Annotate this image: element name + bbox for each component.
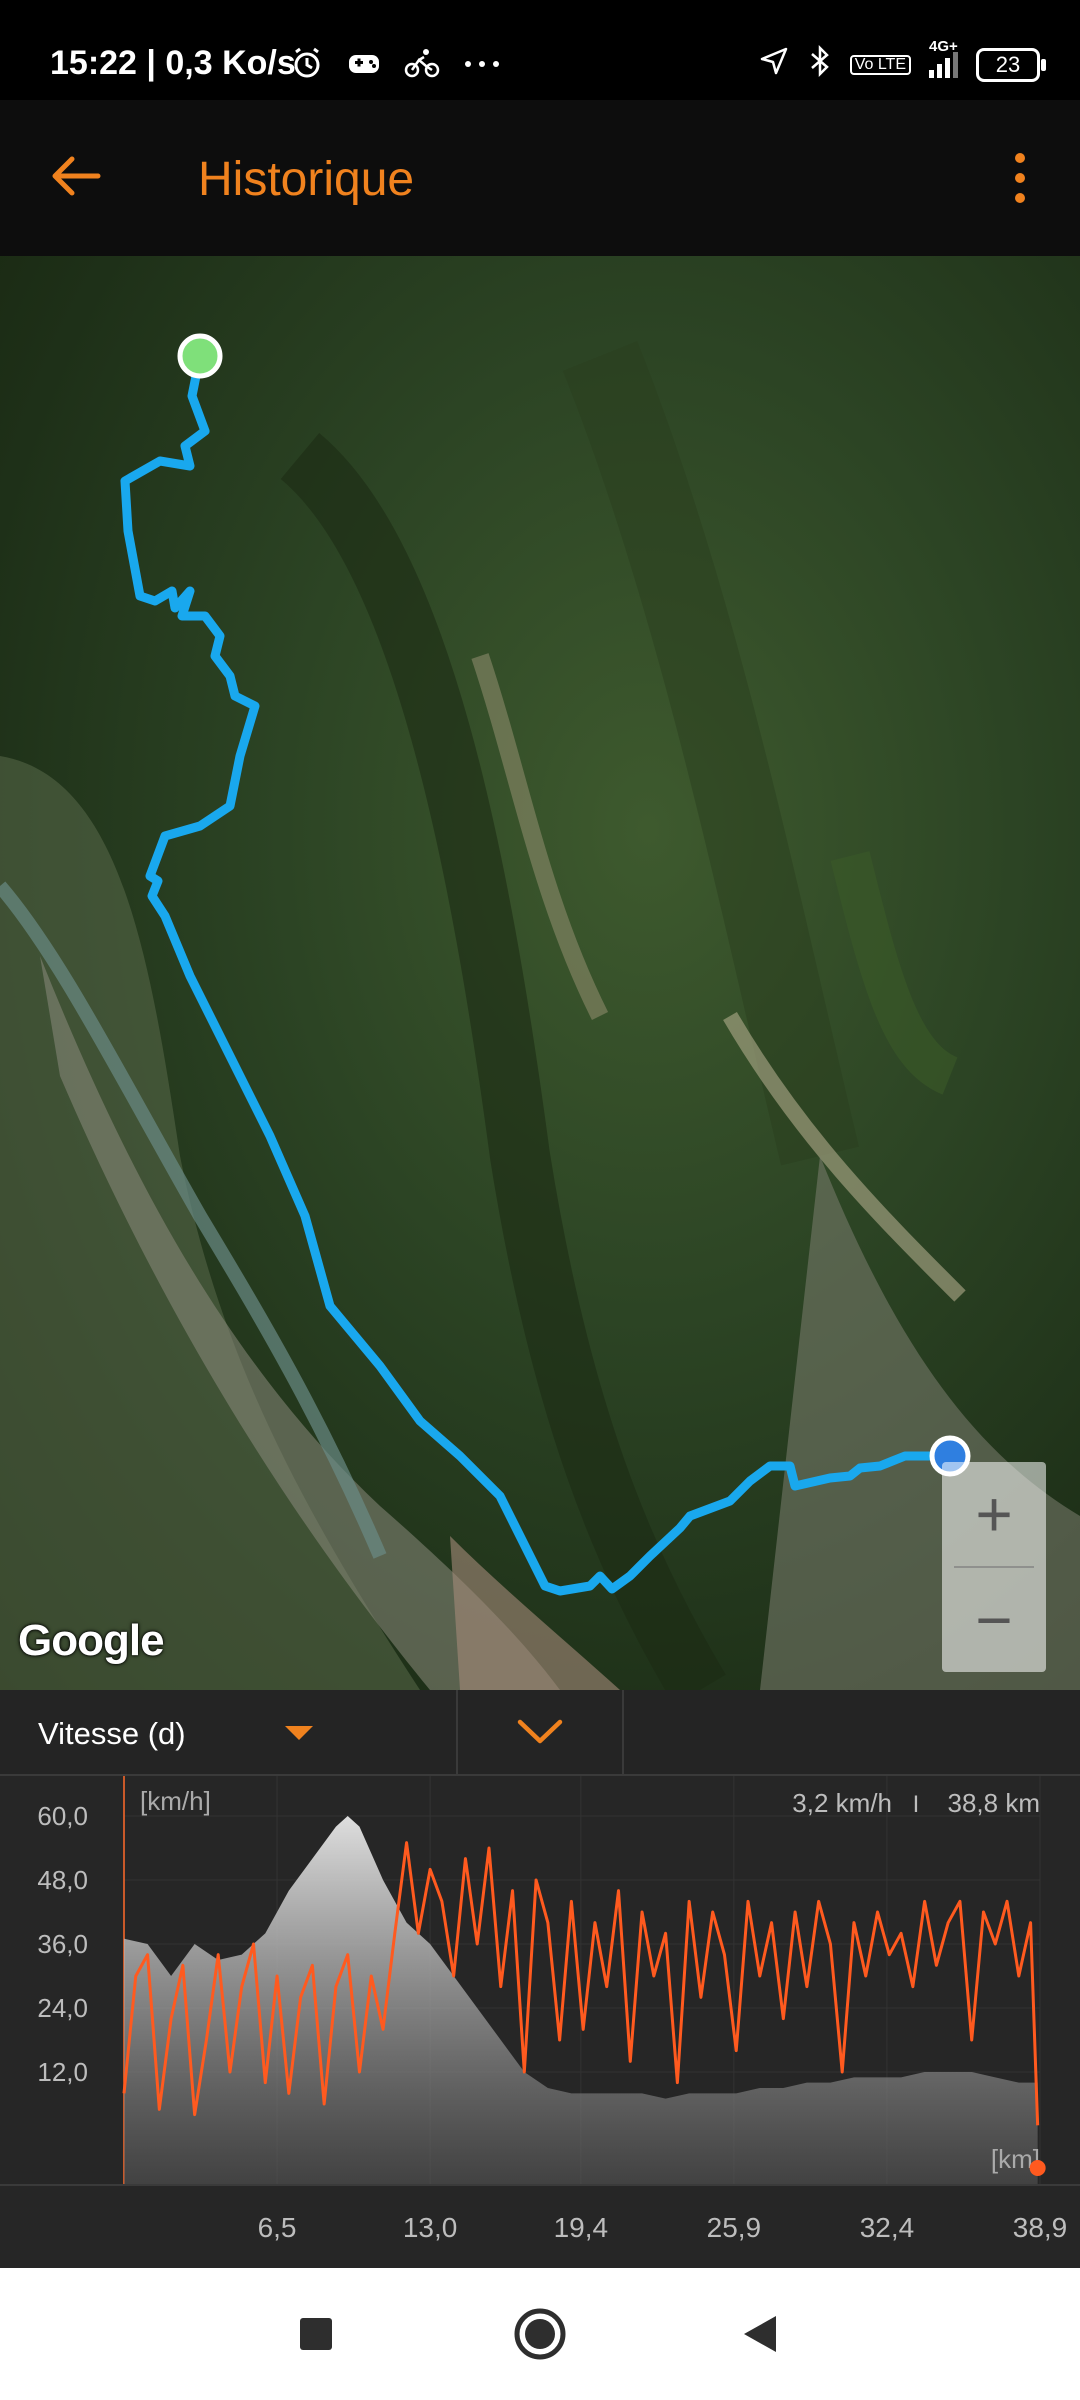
signal-icon: 4G+ bbox=[929, 38, 958, 78]
x-axis: 6,5 13,0 19,4 25,9 32,4 38,9 bbox=[0, 2184, 1080, 2270]
chart-svg: [km/h] 3,2 km/h I 38,8 km 60,0 48,0 36,0 24… bbox=[37, 1776, 1046, 2184]
status-icons-right: Vo LTE 4G+ 23 bbox=[758, 38, 1046, 85]
y-tick-label: 60,0 bbox=[37, 1801, 88, 1831]
overflow-menu-button[interactable] bbox=[1000, 144, 1040, 212]
gamepad-icon bbox=[346, 46, 382, 88]
location-arrow-icon bbox=[758, 45, 790, 84]
bluetooth-icon bbox=[808, 44, 832, 85]
alarm-icon bbox=[290, 46, 324, 88]
map-view[interactable]: Google + − bbox=[0, 256, 1080, 1690]
status-icons-left bbox=[290, 46, 502, 88]
y-tick-label: 48,0 bbox=[37, 1865, 88, 1895]
summary-separator: I bbox=[913, 1791, 920, 1818]
app-bar: Historique bbox=[0, 100, 1080, 256]
x-tick-label: 19,4 bbox=[553, 2212, 609, 2243]
recent-apps-button[interactable] bbox=[284, 2302, 348, 2366]
back-nav-button[interactable] bbox=[728, 2302, 792, 2366]
chart-end-marker bbox=[1029, 2160, 1046, 2176]
chevron-down-icon bbox=[517, 1719, 563, 1744]
system-nav-bar bbox=[0, 2268, 1080, 2400]
zoom-out-button[interactable]: − bbox=[942, 1568, 1046, 1672]
back-button[interactable] bbox=[40, 140, 112, 212]
google-attribution: Google bbox=[18, 1616, 165, 1665]
chart-selector-bar: Vitesse (d) bbox=[0, 1690, 1080, 1776]
page-title: Historique bbox=[198, 153, 415, 206]
back-nav-icon bbox=[744, 2316, 776, 2352]
x-tick-label: 38,9 bbox=[1012, 2212, 1068, 2243]
speed-chart[interactable]: [km/h] 3,2 km/h I 38,8 km 60,0 48,0 36,0 24… bbox=[0, 1776, 1080, 2184]
x-tick-label: 13,0 bbox=[402, 2212, 458, 2243]
summary-speed: 3,2 km/h bbox=[792, 1788, 892, 1818]
zoom-controls: + − bbox=[942, 1462, 1046, 1672]
summary-distance: 38,8 km bbox=[948, 1788, 1041, 1818]
volte-icon: Vo LTE bbox=[849, 54, 911, 75]
network-type: 4G+ bbox=[929, 37, 958, 55]
battery-icon: 23 bbox=[976, 47, 1046, 82]
battery-level: 23 bbox=[995, 51, 1021, 77]
expand-chart-button[interactable] bbox=[458, 1690, 624, 1774]
start-marker bbox=[177, 333, 223, 379]
home-button[interactable] bbox=[508, 2302, 572, 2366]
y-tick-label: 24,0 bbox=[37, 1993, 88, 2023]
metric-dropdown[interactable]: Vitesse (d) bbox=[0, 1690, 458, 1774]
home-icon bbox=[514, 2308, 566, 2360]
status-bar: 15:22 | 0,3 Ko/s Vo LTE 4G+ 23 bbox=[0, 0, 1080, 100]
dropdown-triangle-icon bbox=[285, 1726, 313, 1740]
recent-apps-icon bbox=[300, 2318, 332, 2350]
cycling-icon bbox=[404, 46, 440, 88]
more-vert-icon bbox=[1015, 153, 1025, 163]
more-dots-icon bbox=[462, 46, 502, 88]
satellite-imagery bbox=[0, 333, 1080, 1690]
x-tick-label: 6,5 bbox=[257, 2212, 297, 2243]
zoom-in-button[interactable]: + bbox=[942, 1462, 1046, 1566]
status-time: 15:22 | 0,3 Ko/s bbox=[50, 44, 296, 82]
y-tick-label: 36,0 bbox=[37, 1929, 88, 1959]
x-tick-label: 25,9 bbox=[706, 2212, 762, 2243]
y-tick-label: 12,0 bbox=[37, 2057, 88, 2087]
metric-label: Vitesse (d) bbox=[38, 1716, 186, 1751]
y-axis-label: [km/h] bbox=[140, 1786, 211, 1816]
arrow-left-icon bbox=[52, 156, 101, 196]
x-tick-label: 32,4 bbox=[859, 2212, 915, 2243]
